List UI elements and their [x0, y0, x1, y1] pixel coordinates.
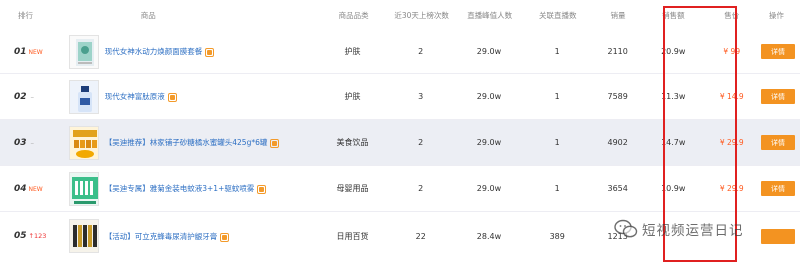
- live-peak-cell: 29.0w: [476, 92, 502, 101]
- header-product: 商品: [140, 10, 156, 20]
- product-cell: 【吴迪专属】雅菊金装电蚊液3+1+驱蚊喷雾: [63, 171, 319, 206]
- price-cell: ¥ 99: [723, 47, 741, 56]
- header-action: 操作: [768, 10, 784, 20]
- sales-amount-cell: 11.3w: [661, 92, 686, 101]
- live-peak-cell: 28.4w: [476, 231, 502, 241]
- related-live-cell: 389: [549, 231, 565, 241]
- rank-number: 01: [14, 46, 27, 57]
- category-cell: 美食饮品: [336, 138, 369, 147]
- rank-cell: 03–: [0, 138, 63, 148]
- product-title-link[interactable]: 现代女神富肽原液: [105, 91, 165, 102]
- price-cell: ¥ 29.9: [719, 138, 744, 147]
- header-sales: 销量: [610, 10, 626, 20]
- rank-change-badge: –: [30, 92, 35, 101]
- rank-cell: 04 NEW: [0, 184, 63, 194]
- rank-change-badge: ↑123: [28, 232, 47, 240]
- detail-button[interactable]: [761, 228, 795, 244]
- rank-change-badge: –: [30, 138, 35, 147]
- related-live-cell: 1: [554, 184, 560, 193]
- category-cell: 日用百货: [336, 231, 369, 241]
- table-header: 排行 商品 商品品类 近30天上榜次数 直播峰值人数 关联直播数 销量 销售额 …: [0, 0, 800, 30]
- listed-30d-cell: 2: [418, 184, 424, 193]
- price-cell: ¥ 29.9: [719, 184, 744, 193]
- shop-tag-icon[interactable]: [205, 48, 215, 57]
- sales-cell: 4902: [607, 138, 628, 147]
- live-peak-cell: 29.0w: [476, 47, 502, 56]
- header-sales-amount: 销售额: [662, 10, 685, 20]
- sales-cell: 3654: [607, 184, 628, 193]
- product-title-link[interactable]: 【活动】可立克蜂毒尿清护龈牙膏: [105, 231, 218, 242]
- price-cell: ¥ 14.9: [719, 92, 744, 101]
- listed-30d-cell: 3: [418, 92, 424, 101]
- sales-cell: 2110: [607, 47, 628, 56]
- sales-amount-cell: 20.9w: [661, 47, 686, 56]
- header-price: 售价: [724, 10, 740, 20]
- product-thumbnail[interactable]: [68, 219, 99, 253]
- watermark: 短视频运营日记: [614, 219, 744, 239]
- product-thumbnail[interactable]: [68, 34, 99, 69]
- table-row: 03– 【吴迪推荐】林家铺子砂糖橘水蜜罐头425g*6罐 美食饮品 2 29.0…: [0, 120, 800, 166]
- rank-number: 02: [14, 91, 27, 102]
- rank-number: 04: [14, 183, 27, 194]
- product-cell: 【活动】可立克蜂毒尿清护龈牙膏: [63, 219, 319, 253]
- related-live-cell: 1: [554, 92, 560, 101]
- related-live-cell: 1: [554, 138, 560, 147]
- shop-tag-icon[interactable]: [270, 139, 280, 148]
- product-thumbnail[interactable]: [68, 171, 99, 206]
- category-cell: 母婴用品: [336, 184, 369, 193]
- rank-change-badge: NEW: [28, 185, 43, 193]
- header-category: 商品品类: [338, 10, 369, 20]
- wechat-icon: [614, 219, 638, 238]
- rank-cell: 02–: [0, 92, 63, 102]
- detail-button[interactable]: 详情: [761, 135, 795, 150]
- product-title-link[interactable]: 【吴迪专属】雅菊金装电蚊液3+1+驱蚊喷雾: [105, 183, 255, 194]
- live-peak-cell: 29.0w: [476, 138, 502, 147]
- related-live-cell: 1: [554, 47, 560, 56]
- shop-tag-icon[interactable]: [167, 93, 177, 102]
- product-cell: 【吴迪推荐】林家铺子砂糖橘水蜜罐头425g*6罐: [63, 125, 319, 160]
- detail-button[interactable]: 详情: [761, 89, 795, 104]
- detail-button[interactable]: 详情: [761, 181, 795, 196]
- product-thumbnail[interactable]: [68, 79, 99, 114]
- listed-30d-cell: 22: [415, 231, 426, 241]
- rank-number: 03: [14, 137, 27, 148]
- sales-cell: 7589: [607, 92, 628, 101]
- category-cell: 护肤: [344, 92, 361, 101]
- header-related-live: 关联直播数: [538, 10, 577, 20]
- table-row: 04 NEW 【吴迪专属】雅菊金装电蚊液3+1+驱蚊喷雾 母婴用品 2 29.0w…: [0, 166, 800, 212]
- header-live-peak: 直播峰值人数: [467, 10, 513, 20]
- rank-cell: 01 NEW: [0, 47, 63, 57]
- product-cell: 现代女神水动力焕颜面膜套餐: [63, 34, 319, 69]
- listed-30d-cell: 2: [418, 138, 424, 147]
- header-rank: 排行: [18, 10, 33, 20]
- table-row: 01 NEW 现代女神水动力焕颜面膜套餐 护肤 2 29.0w 1 2110 20…: [0, 30, 800, 74]
- live-peak-cell: 29.0w: [476, 184, 502, 193]
- listed-30d-cell: 2: [418, 47, 424, 56]
- shop-tag-icon[interactable]: [257, 185, 267, 194]
- header-listed-30d: 近30天上榜次数: [394, 10, 449, 20]
- rank-cell: 05 ↑123: [0, 231, 63, 241]
- product-thumbnail[interactable]: [68, 125, 99, 160]
- sales-amount-cell: 10.9w: [661, 184, 686, 193]
- category-cell: 护肤: [344, 47, 361, 56]
- product-title-link[interactable]: 【吴迪推荐】林家铺子砂糖橘水蜜罐头425g*6罐: [105, 137, 268, 148]
- rank-change-badge: NEW: [28, 48, 43, 56]
- table-row: 02– 现代女神富肽原液 护肤 3 29.0w 1 7589 11.3w ¥ 1…: [0, 74, 800, 120]
- sales-amount-cell: 14.7w: [661, 138, 686, 147]
- watermark-text: 短视频运营日记: [642, 223, 744, 239]
- product-title-link[interactable]: 现代女神水动力焕颜面膜套餐: [105, 46, 203, 57]
- rank-number: 05: [14, 231, 27, 241]
- shop-tag-icon[interactable]: [220, 232, 230, 242]
- product-cell: 现代女神富肽原液: [63, 79, 319, 114]
- detail-button[interactable]: 详情: [761, 44, 795, 59]
